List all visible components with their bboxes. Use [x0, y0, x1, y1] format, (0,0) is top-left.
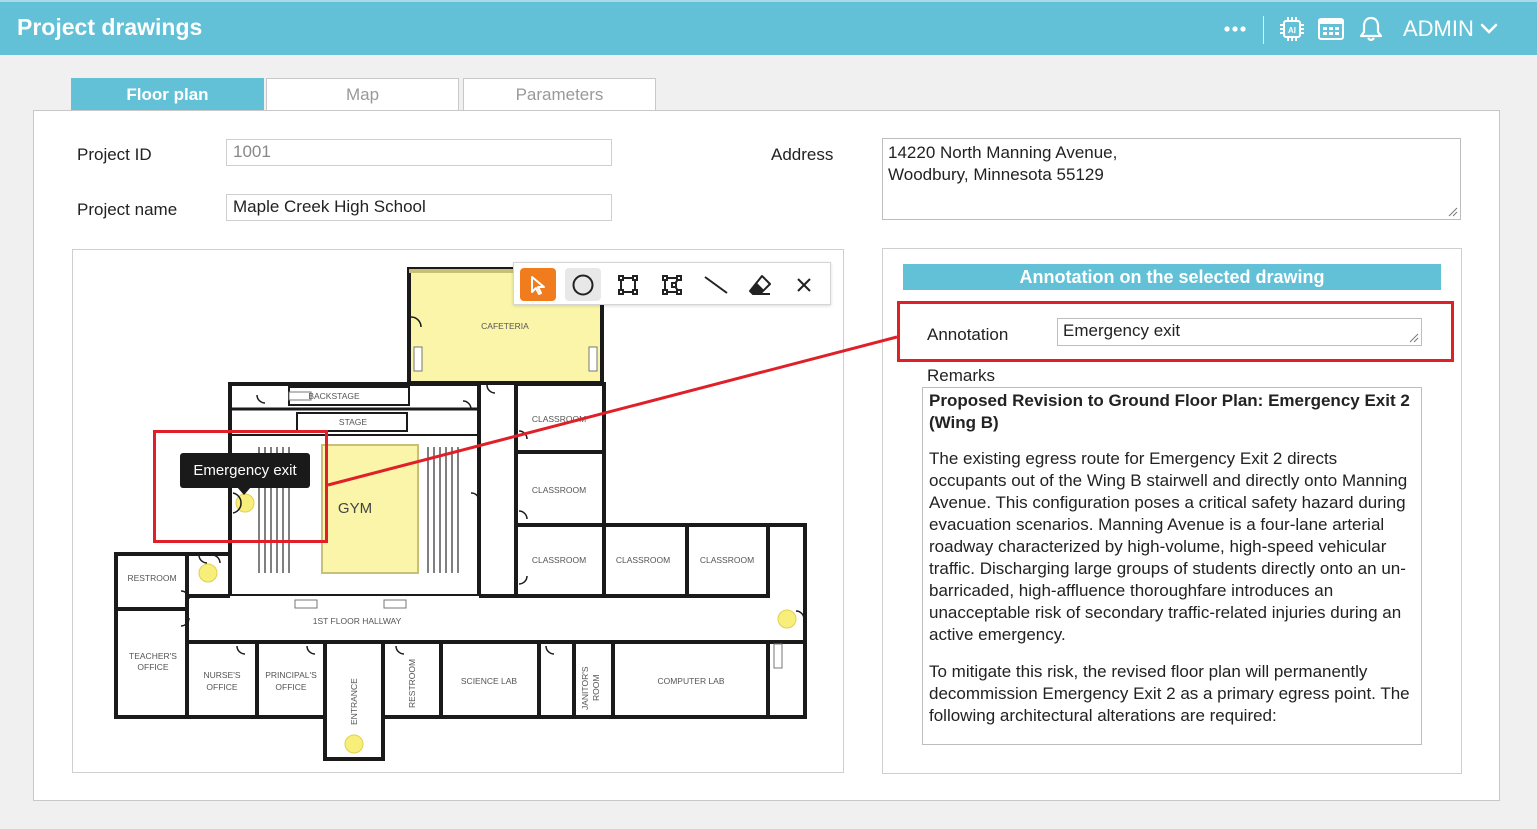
project-name-field[interactable]: Maple Creek High School [226, 194, 612, 221]
room-label-restroom-2: RESTROOM [407, 659, 417, 708]
svg-text:AI: AI [1288, 26, 1296, 35]
room-label-janitors-1: JANITOR'S [580, 666, 590, 710]
eraser-icon [749, 274, 771, 295]
room-label-hallway: 1ST FLOOR HALLWAY [313, 616, 402, 626]
project-id-field[interactable]: 1001 [226, 139, 612, 166]
tab-map[interactable]: Map [266, 78, 459, 111]
room-label-restroom: RESTROOM [127, 573, 176, 583]
tab-floor-plan[interactable]: Floor plan [71, 78, 264, 111]
room-label-entrance: ENTRANCE [349, 678, 359, 725]
project-id-label: Project ID [77, 145, 152, 164]
annotation-highlight-box [897, 301, 1454, 362]
tab-parameters[interactable]: Parameters [463, 78, 656, 111]
page-title: Project drawings [17, 14, 203, 40]
resize-handle-icon[interactable] [1448, 207, 1458, 217]
room-label-stage: STAGE [339, 417, 368, 427]
room-label-teachers-1: TEACHER'S [129, 651, 177, 661]
room-label-classroom-2: CLASSROOM [532, 485, 586, 495]
address-line-1: 14220 North Manning Avenue, [888, 143, 1118, 162]
rectangle-icon [618, 274, 638, 295]
close-icon [797, 277, 811, 292]
address-line-2: Woodbury, Minnesota 55129 [888, 165, 1104, 184]
close-tool-button[interactable] [786, 268, 822, 301]
remarks-paragraph-1: The existing egress route for Emergency … [929, 449, 1408, 644]
address-label: Address [771, 145, 834, 164]
circle-icon [572, 274, 594, 295]
room-label-nurses-2: OFFICE [206, 682, 237, 692]
room-label-classroom-5: CLASSROOM [700, 555, 754, 565]
polygon-icon [662, 274, 682, 295]
remarks-field[interactable]: Proposed Revision to Ground Floor Plan: … [922, 387, 1422, 745]
circle-tool-button[interactable] [565, 268, 601, 301]
room-label-classroom-3: CLASSROOM [532, 555, 586, 565]
bell-icon[interactable] [1358, 16, 1384, 42]
user-menu[interactable]: ADMIN [1403, 16, 1498, 42]
room-label-janitors-2: ROOM [591, 675, 601, 701]
line-icon [704, 275, 728, 294]
room-label-backstage: BACKSTAGE [308, 391, 360, 401]
room-label-cafeteria: CAFETERIA [481, 321, 529, 331]
remarks-paragraph-2: To mitigate this risk, the revised floor… [929, 662, 1410, 725]
exit-highlight-box [153, 430, 328, 543]
drawing-toolbar [513, 262, 831, 305]
room-label-classroom-4: CLASSROOM [616, 555, 670, 565]
eraser-tool-button[interactable] [742, 268, 778, 301]
calendar-card-icon[interactable] [1318, 16, 1344, 42]
remarks-label: Remarks [927, 366, 996, 385]
rectangle-tool-button[interactable] [610, 268, 646, 301]
toolbar-divider [1263, 16, 1264, 44]
room-label-gym: GYM [338, 500, 372, 517]
chevron-down-icon [1480, 23, 1498, 34]
top-bar: Project drawings AI ADMIN [0, 0, 1537, 55]
line-tool-button[interactable] [698, 268, 734, 301]
room-label-computer-lab: COMPUTER LAB [657, 676, 724, 686]
user-name: ADMIN [1403, 16, 1474, 41]
project-name-label: Project name [77, 200, 178, 219]
room-label-nurses-1: NURSE'S [203, 670, 240, 680]
room-label-teachers-2: OFFICE [137, 662, 168, 672]
polygon-tool-button[interactable] [654, 268, 690, 301]
room-label-principals-1: PRINCIPAL'S [265, 670, 317, 680]
room-label-science-lab: SCIENCE LAB [461, 676, 518, 686]
remarks-title: Proposed Revision to Ground Floor Plan: … [929, 391, 1410, 432]
ai-chip-icon[interactable]: AI [1279, 16, 1305, 42]
select-tool-button[interactable] [520, 268, 556, 301]
more-icon[interactable] [1222, 16, 1248, 42]
room-label-principals-2: OFFICE [275, 682, 306, 692]
room-label-classroom-1: CLASSROOM [532, 414, 586, 424]
address-field[interactable]: 14220 North Manning Avenue, Woodbury, Mi… [882, 138, 1461, 220]
cursor-icon [531, 275, 545, 295]
annotation-panel-heading: Annotation on the selected drawing [903, 264, 1441, 290]
